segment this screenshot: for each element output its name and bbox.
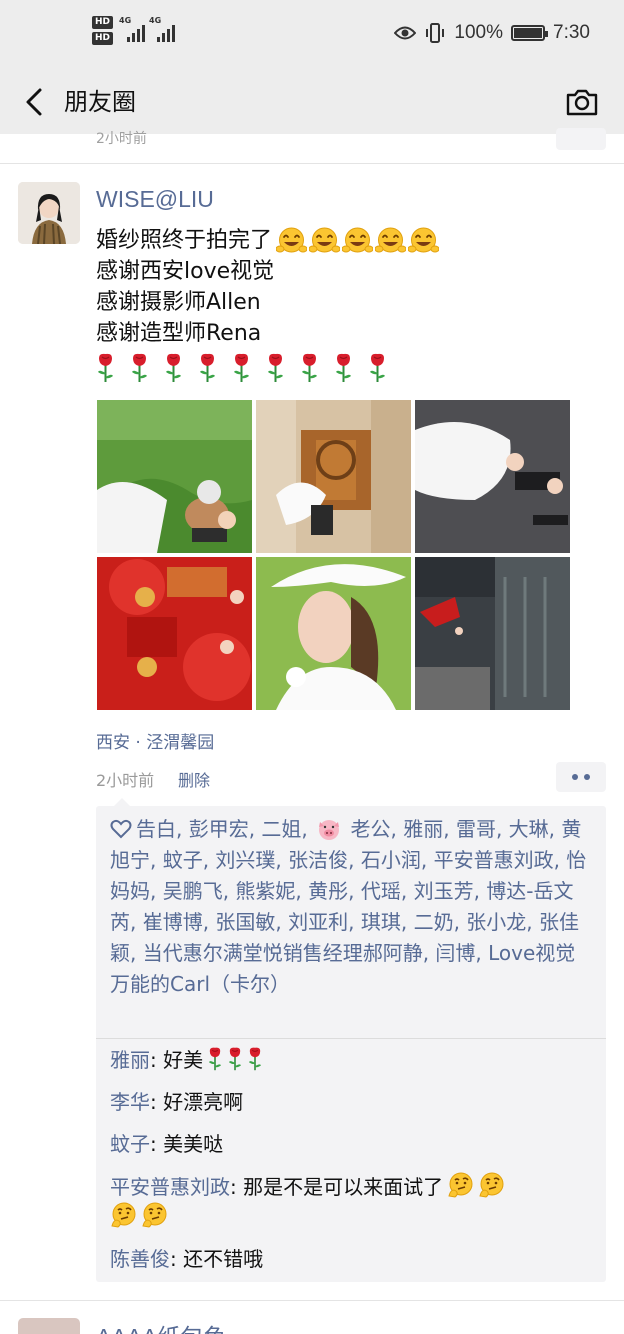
post-line-4: 感谢造型师Rena xyxy=(96,321,262,346)
comment-sep: : xyxy=(170,1247,184,1271)
comment-sep: : xyxy=(150,1132,164,1156)
eye-icon xyxy=(394,26,417,40)
avatar[interactable] xyxy=(18,182,80,244)
panel-divider xyxy=(96,1038,606,1039)
post-line-3: 感谢摄影师Allen xyxy=(96,290,261,315)
chevron-left-icon[interactable] xyxy=(18,84,54,120)
post-divider xyxy=(0,1300,624,1301)
grin-emoji-icon xyxy=(342,227,374,252)
post-location[interactable]: 西安 · 泾渭馨园 xyxy=(96,728,214,753)
post-divider xyxy=(0,163,624,164)
thinking-emoji-icon xyxy=(111,1202,136,1228)
photo-1[interactable] xyxy=(97,400,252,553)
rose-emoji-row xyxy=(207,1047,263,1071)
delete-link[interactable]: 删除 xyxy=(178,767,210,791)
battery-icon xyxy=(511,25,549,41)
grin-emoji-icon xyxy=(408,227,440,252)
rose-emoji-icon xyxy=(268,353,283,382)
status-bar: HD HD 4G 4G 100% 7:30 xyxy=(0,0,624,72)
likes-names-b[interactable]: 老公, 雅丽, 雷哥, 大琳, 黄旭宁, 蚊子, 刘兴璞, 张洁俊, 石小润, … xyxy=(110,817,586,996)
pig-emoji-icon xyxy=(319,820,340,840)
post-author[interactable]: WISE@LIU xyxy=(96,186,214,213)
comment-item[interactable]: 平安普惠刘政: 那是不是可以来面试了 xyxy=(110,1172,596,1232)
post-line-2: 感谢西安love视觉 xyxy=(96,259,275,284)
next-post-avatar[interactable] xyxy=(18,1318,80,1334)
photo-5[interactable] xyxy=(256,557,411,710)
more-dot-icon xyxy=(584,774,590,780)
rose-emoji-icon xyxy=(234,353,249,382)
comment-text: 好美 xyxy=(163,1048,204,1072)
clock: 7:30 xyxy=(553,22,590,43)
thinking-emoji-icon xyxy=(479,1172,504,1198)
rose-emoji-icon xyxy=(132,353,147,382)
comment-author[interactable]: 李华 xyxy=(110,1090,150,1114)
battery-percent: 100% xyxy=(454,22,504,43)
rose-emoji-icon xyxy=(166,353,181,382)
page-title: 朋友圈 xyxy=(64,88,136,116)
rose-emoji-icon xyxy=(98,353,113,382)
comment-sep: : xyxy=(150,1090,164,1114)
hd-badge-2: HD xyxy=(92,32,114,45)
network-indicators: HD HD 4G 4G xyxy=(92,16,176,45)
comment-sep: : xyxy=(230,1175,244,1199)
camera-icon[interactable] xyxy=(564,84,600,120)
signal-2-icon: 4G xyxy=(149,16,176,42)
rose-emoji-icon xyxy=(200,353,215,382)
emoji-row xyxy=(276,227,440,255)
photo-6[interactable] xyxy=(415,557,570,710)
comment-text: 还不错哦 xyxy=(183,1247,264,1271)
signal-1-icon: 4G xyxy=(119,16,146,42)
title-bar: 朋友圈 xyxy=(0,72,624,134)
likes-comments-panel: 告白, 彭甲宏, 二姐, 老公, 雅丽, 雷哥, 大琳, 黄旭宁, 蚊子, 刘兴… xyxy=(96,798,606,1282)
avatar-image xyxy=(18,182,80,244)
photo-3[interactable] xyxy=(415,400,570,553)
prev-post-more-button[interactable] xyxy=(556,128,606,150)
comment-author[interactable]: 陈善俊 xyxy=(110,1247,170,1271)
hd-badge-1: HD xyxy=(92,16,114,29)
network-type-2: 4G xyxy=(149,16,162,25)
likes-list: 告白, 彭甲宏, 二姐, 老公, 雅丽, 雷哥, 大琳, 黄旭宁, 蚊子, 刘兴… xyxy=(110,814,590,1000)
prev-post-time: 2小时前 xyxy=(96,131,147,147)
post-time: 2小时前 xyxy=(96,771,155,790)
grin-emoji-icon xyxy=(309,227,341,252)
rose-emoji-icon xyxy=(302,353,317,382)
comment-text: 美美哒 xyxy=(163,1132,224,1156)
rose-emoji-row xyxy=(96,353,596,383)
photo-2[interactable] xyxy=(256,400,411,553)
comment-sep: : xyxy=(150,1048,164,1072)
rose-emoji-icon xyxy=(370,353,385,382)
rose-emoji-icon xyxy=(229,1047,242,1071)
comment-author[interactable]: 蚊子 xyxy=(110,1132,150,1156)
comment-text: 那是不是可以来面试了 xyxy=(243,1175,444,1199)
photo-grid xyxy=(97,400,571,710)
network-type-1: 4G xyxy=(119,16,132,25)
rose-emoji-icon xyxy=(336,353,351,382)
heart-icon xyxy=(110,819,132,839)
thinking-emoji-row xyxy=(110,1202,168,1228)
thinking-emoji-icon xyxy=(448,1172,473,1198)
photo-4[interactable] xyxy=(97,557,252,710)
comment-author[interactable]: 雅丽 xyxy=(110,1048,150,1072)
comment-text: 好漂亮啊 xyxy=(163,1090,244,1114)
post-line-1: 婚纱照终于拍完了 xyxy=(96,228,273,253)
vibrate-icon xyxy=(426,23,445,43)
comment-item[interactable]: 李华: 好漂亮啊 xyxy=(110,1088,596,1117)
thinking-emoji-row xyxy=(447,1172,505,1198)
comment-item[interactable]: 雅丽: 好美 xyxy=(110,1046,596,1075)
more-button[interactable] xyxy=(556,762,606,792)
grin-emoji-icon xyxy=(276,227,308,252)
comment-item[interactable]: 蚊子: 美美哒 xyxy=(110,1130,596,1159)
post-text: 婚纱照终于拍完了 感谢西安love视觉 感谢摄影师Allen 感谢造型师Rena xyxy=(96,225,596,383)
likes-names-a[interactable]: 告白, 彭甲宏, 二姐, xyxy=(136,817,308,841)
comment-author[interactable]: 平安普惠刘政 xyxy=(110,1175,230,1199)
thinking-emoji-icon xyxy=(142,1202,167,1228)
rose-emoji-icon xyxy=(209,1047,222,1071)
rose-emoji-icon xyxy=(249,1047,262,1071)
next-post-author[interactable]: AAAA纸包鱼 xyxy=(96,1318,226,1334)
comments-list: 雅丽: 好美 李华: 好漂亮啊 蚊子: 美美哒 平安普惠刘政: 那是不是可以来面… xyxy=(110,1046,596,1287)
comment-item[interactable]: 陈善俊: 还不错哦 xyxy=(110,1245,596,1274)
grin-emoji-icon xyxy=(375,227,407,252)
more-dot-icon xyxy=(572,774,578,780)
